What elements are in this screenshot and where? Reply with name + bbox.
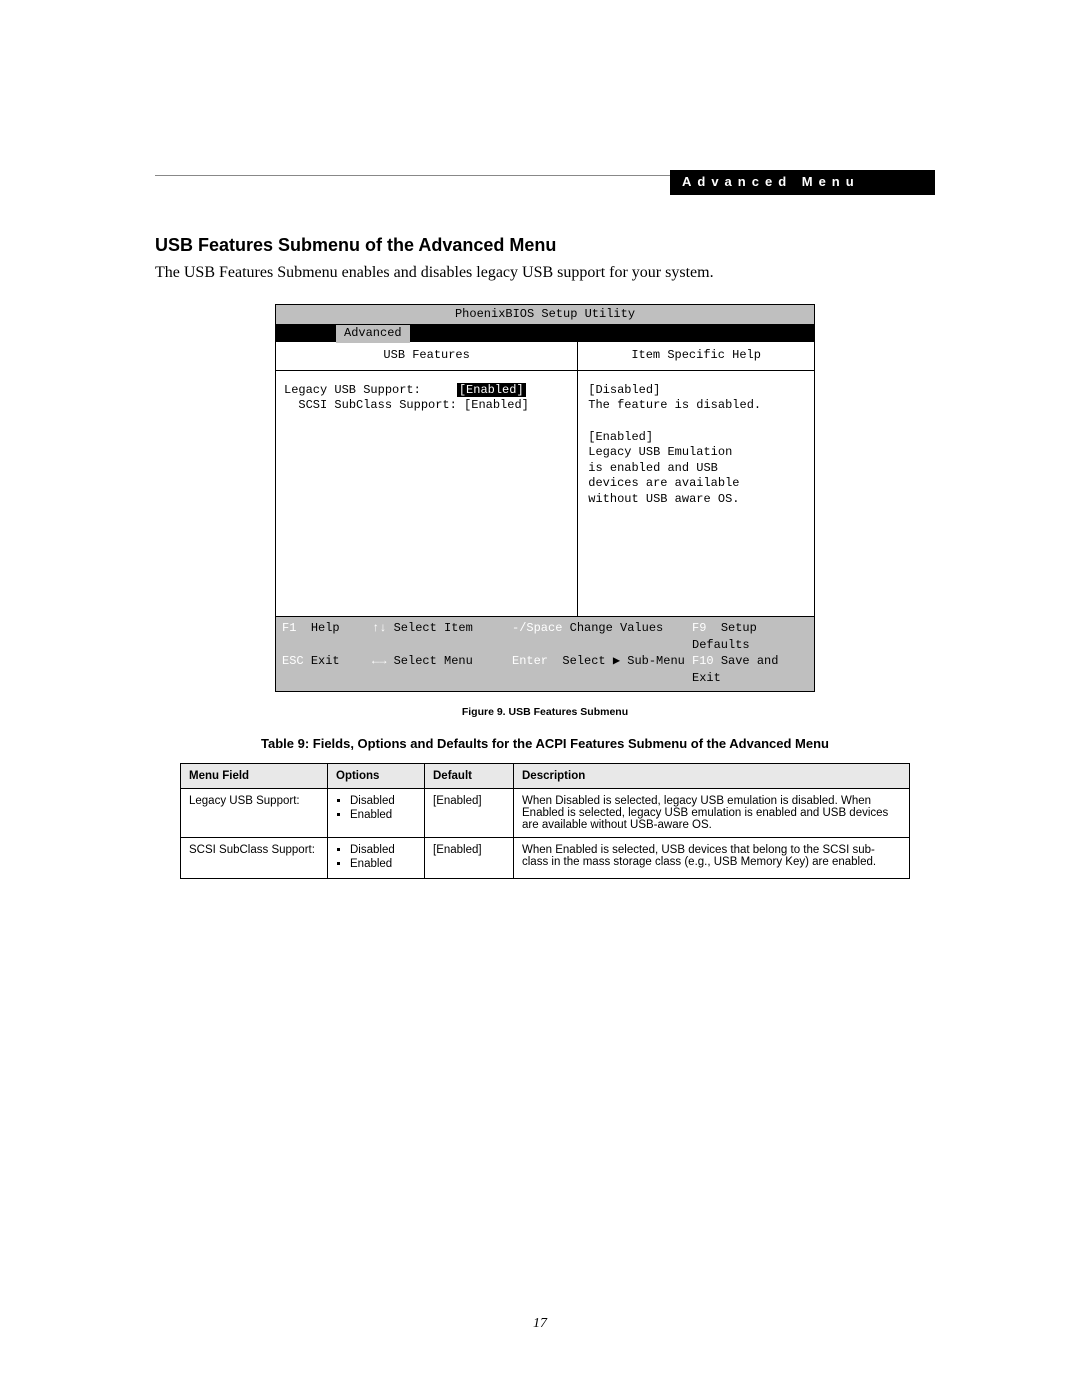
option-item: Enabled (350, 858, 416, 870)
key-label: ESC (282, 654, 304, 668)
cell-menu-field: SCSI SubClass Support: (181, 837, 328, 878)
help-line: [Disabled] (588, 383, 804, 399)
key-label: -/Space (512, 621, 562, 635)
cell-default: [Enabled] (425, 837, 514, 878)
bios-screenshot: PhoenixBIOS Setup Utility Advanced USB F… (275, 304, 815, 692)
figure-caption: Figure 9. USB Features Submenu (155, 706, 935, 718)
table-header-row: Menu Field Options Default Description (181, 763, 910, 788)
help-line: devices are available (588, 476, 804, 492)
bios-footer-row: ESC Exit ←→ Select Menu Enter Select ▶ S… (282, 653, 808, 687)
table-caption: Table 9: Fields, Options and Defaults fo… (155, 736, 935, 753)
bios-body: USB Features Legacy USB Support: [Enable… (275, 342, 815, 616)
option-item: Disabled (350, 795, 416, 807)
key-action: Help (311, 621, 340, 635)
th-default: Default (425, 763, 514, 788)
key-label: ←→ (372, 654, 386, 668)
help-line: Legacy USB Emulation (588, 445, 804, 461)
help-line (588, 414, 804, 430)
cell-default: [Enabled] (425, 788, 514, 837)
key-action: Exit (311, 654, 340, 668)
help-line: without USB aware OS. (588, 492, 804, 508)
key-label: F1 (282, 621, 296, 635)
cell-menu-field: Legacy USB Support: (181, 788, 328, 837)
page-number: 17 (0, 1316, 1080, 1332)
key-action: Select Item (394, 621, 473, 635)
bios-right-content: [Disabled] The feature is disabled. [Ena… (578, 371, 814, 616)
key-action: Select Menu (394, 654, 473, 668)
page: Advanced Menu USB Features Submenu of th… (0, 0, 1080, 1397)
bios-right-title: Item Specific Help (578, 342, 814, 371)
cell-options: Disabled Enabled (328, 788, 425, 837)
bios-footer-row: F1 Help ↑↓ Select Item -/Space Change Va… (282, 620, 808, 654)
section-title: USB Features Submenu of the Advanced Men… (155, 235, 935, 256)
bios-left-panel: USB Features Legacy USB Support: [Enable… (276, 342, 578, 616)
bios-tab-row: Advanced (275, 325, 815, 342)
key-action: Change Values (570, 621, 664, 635)
table-row: Legacy USB Support: Disabled Enabled [En… (181, 788, 910, 837)
key-label: Enter (512, 654, 548, 668)
th-menu-field: Menu Field (181, 763, 328, 788)
bios-left-title: USB Features (276, 342, 577, 371)
key-label: ↑↓ (372, 621, 386, 635)
cell-description: When Enabled is selected, USB devices th… (514, 837, 910, 878)
th-options: Options (328, 763, 425, 788)
bios-option-label: SCSI SubClass Support: (298, 398, 456, 412)
cell-options: Disabled Enabled (328, 837, 425, 878)
th-description: Description (514, 763, 910, 788)
section-intro: The USB Features Submenu enables and dis… (155, 262, 935, 284)
bios-option-label: Legacy USB Support: (284, 383, 421, 397)
bios-option-value: [Enabled] (464, 398, 529, 412)
cell-description: When Disabled is selected, legacy USB em… (514, 788, 910, 837)
key-action: Select ▶ Sub-Menu (562, 654, 684, 668)
option-item: Disabled (350, 844, 416, 856)
help-line: The feature is disabled. (588, 398, 804, 414)
bios-footer: F1 Help ↑↓ Select Item -/Space Change Va… (275, 616, 815, 691)
option-item: Enabled (350, 809, 416, 821)
table-row: SCSI SubClass Support: Disabled Enabled … (181, 837, 910, 878)
bios-active-tab: Advanced (336, 325, 410, 343)
key-label: F9 (692, 621, 706, 635)
bios-right-panel: Item Specific Help [Disabled] The featur… (578, 342, 814, 616)
bios-left-content: Legacy USB Support: [Enabled] SCSI SubCl… (276, 371, 577, 616)
bios-option-row: SCSI SubClass Support: [Enabled] (284, 398, 569, 414)
header-tab: Advanced Menu (670, 170, 935, 195)
key-label: F10 (692, 654, 714, 668)
help-line: [Enabled] (588, 430, 804, 446)
bios-title-bar: PhoenixBIOS Setup Utility (275, 304, 815, 326)
help-line: is enabled and USB (588, 461, 804, 477)
fields-table: Menu Field Options Default Description L… (180, 763, 910, 879)
bios-option-value-selected: [Enabled] (457, 383, 526, 397)
bios-option-row: Legacy USB Support: [Enabled] (284, 383, 569, 399)
